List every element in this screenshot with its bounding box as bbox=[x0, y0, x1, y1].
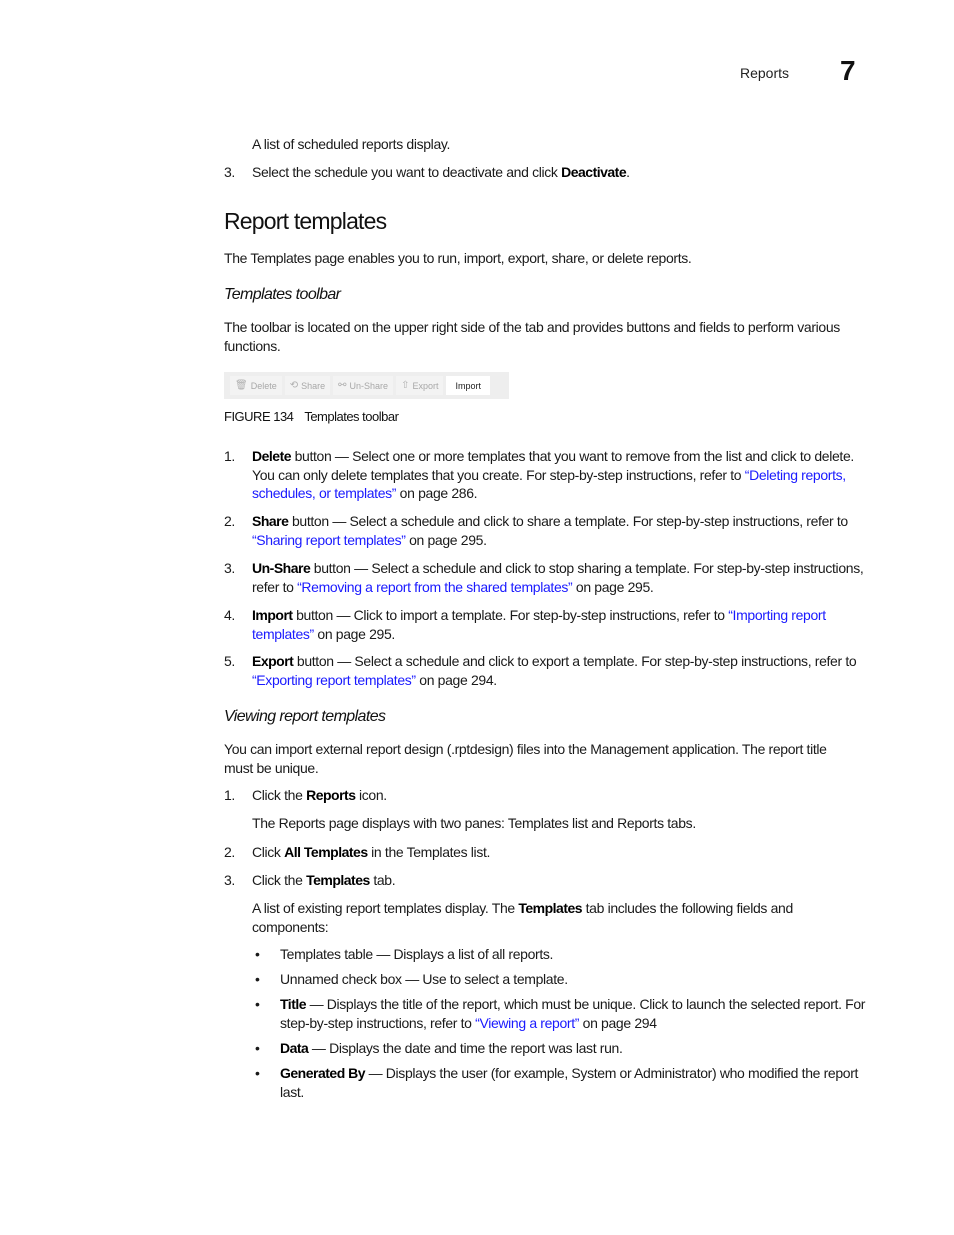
bullet-item: • Templates table — Displays a list of a… bbox=[252, 945, 870, 964]
toolbar-description: The toolbar is located on the upper righ… bbox=[224, 319, 840, 354]
item-number: 5. bbox=[224, 653, 235, 669]
bullet-icon: • bbox=[255, 1040, 260, 1056]
bullet-item: • Unnamed check box — Use to select a te… bbox=[252, 970, 870, 989]
item-term: Un-Share bbox=[252, 560, 311, 576]
step-text-end: tab. bbox=[369, 872, 396, 888]
step-number: 3. bbox=[224, 164, 235, 180]
section-description: The Templates page enables you to run, i… bbox=[224, 250, 692, 266]
share-button[interactable]: ⟲ Share bbox=[284, 376, 331, 395]
step1-note: The Reports page displays with two panes… bbox=[252, 815, 696, 831]
step-text: Select the schedule you want to deactiva… bbox=[252, 164, 562, 180]
bullet-item: • Title — Displays the title of the repo… bbox=[252, 995, 870, 1032]
bullet-text: — Displays the user (for example, System… bbox=[280, 1065, 859, 1100]
bullet-item: • Data — Displays the date and time the … bbox=[252, 1039, 870, 1058]
step-text: Click the bbox=[252, 787, 307, 803]
bullet-term: Title bbox=[280, 996, 307, 1012]
unshare-button-label: Un-Share bbox=[349, 380, 389, 391]
step-term: Templates bbox=[306, 872, 370, 888]
item-term: Export bbox=[252, 653, 294, 669]
bullet-icon: • bbox=[255, 1065, 260, 1081]
xref-link-viewing-report[interactable]: “Viewing a report” bbox=[475, 1015, 579, 1031]
item-number: 2. bbox=[224, 513, 235, 529]
step-text-end: icon. bbox=[355, 787, 387, 803]
unshare-button[interactable]: ⚯ Un-Share bbox=[333, 376, 394, 395]
bullet-text: Unnamed check box — Use to select a temp… bbox=[280, 971, 568, 987]
step-number: 3. bbox=[224, 872, 235, 888]
item-term: Delete bbox=[252, 448, 292, 464]
bullet-text: — Displays the date and time the report … bbox=[308, 1040, 623, 1056]
figure-number: FIGURE 134 bbox=[224, 409, 294, 424]
toolbar-item: 1. Delete button — Select one or more te… bbox=[224, 447, 870, 503]
bullet-term: Generated By bbox=[280, 1065, 366, 1081]
item-text: button — Select a schedule and click to … bbox=[288, 513, 848, 529]
item-term: Share bbox=[252, 513, 289, 529]
trash-icon: 🗑︎ bbox=[235, 380, 248, 391]
bullet-page-ref: on page 294 bbox=[579, 1014, 657, 1031]
document-page: Reports 7 A list of scheduled reports di… bbox=[0, 0, 954, 1235]
step-number: 1. bbox=[224, 787, 235, 803]
delete-button[interactable]: 🗑︎ Delete bbox=[230, 376, 282, 395]
item-page-ref: on page 295. bbox=[572, 578, 654, 595]
templates-toolbar-figure: 🗑︎ Delete ⟲ Share ⚯ Un-Share ⇧ Export Im… bbox=[224, 372, 509, 399]
figure-caption: FIGURE 134 Templates toolbar bbox=[224, 409, 399, 424]
item-page-ref: on page 295. bbox=[313, 625, 395, 642]
figure-title: Templates toolbar bbox=[304, 409, 399, 424]
bullet-icon: • bbox=[255, 946, 260, 962]
chapter-number: 7 bbox=[840, 55, 856, 86]
viewing-step: 1. Click the Reports icon. bbox=[224, 786, 870, 805]
item-page-ref: on page 286. bbox=[396, 485, 478, 501]
item-text: button — Click to import a template. For… bbox=[292, 607, 729, 623]
step-text-end: in the Templates list. bbox=[367, 844, 491, 860]
step-text: Click bbox=[252, 844, 285, 860]
export-button[interactable]: ⇧ Export bbox=[396, 376, 444, 395]
unshare-icon: ⚯ bbox=[338, 380, 347, 391]
bullet-icon: • bbox=[255, 971, 260, 987]
step-term: Reports bbox=[306, 787, 356, 803]
subsection-title-toolbar: Templates toolbar bbox=[224, 286, 341, 303]
item-page-ref: on page 294. bbox=[415, 671, 497, 688]
item-page-ref: on page 295. bbox=[405, 531, 487, 548]
note-text: A list of existing report templates disp… bbox=[252, 900, 519, 916]
bullet-item: • Generated By — Displays the user (for … bbox=[252, 1064, 870, 1101]
share-icon: ⟲ bbox=[289, 380, 299, 391]
toolbar-item: 2. Share button — Select a schedule and … bbox=[224, 512, 870, 549]
delete-button-label: Delete bbox=[250, 380, 277, 391]
toolbar-item: 3. Un-Share button — Select a schedule a… bbox=[224, 559, 870, 596]
xref-link-exporting[interactable]: “Exporting report templates” bbox=[252, 672, 416, 688]
viewing-step: 2. Click All Templates in the Templates … bbox=[224, 843, 870, 862]
toolbar-item: 5. Export button — Select a schedule and… bbox=[224, 652, 870, 689]
bullet-term: Data bbox=[280, 1040, 309, 1056]
export-icon: ⇧ bbox=[401, 380, 410, 391]
item-term: Import bbox=[252, 607, 293, 623]
import-button-label: Import bbox=[455, 380, 481, 391]
item-number: 1. bbox=[224, 448, 235, 464]
step-text-end: . bbox=[626, 164, 630, 180]
toolbar-item: 4. Import button — Click to import a tem… bbox=[224, 606, 870, 643]
item-number: 3. bbox=[224, 560, 235, 576]
export-button-label: Export bbox=[412, 380, 439, 391]
deactivate-term: Deactivate bbox=[561, 164, 627, 180]
viewing-description: You can import external report design (.… bbox=[224, 741, 827, 776]
xref-link-sharing[interactable]: “Sharing report templates” bbox=[252, 532, 406, 548]
scheduled-list-note: A list of scheduled reports display. bbox=[252, 136, 451, 152]
item-number: 4. bbox=[224, 607, 235, 623]
note-term: Templates bbox=[518, 900, 583, 916]
xref-link-removing[interactable]: “Removing a report from the shared templ… bbox=[297, 579, 573, 595]
running-header-section: Reports bbox=[740, 65, 790, 81]
step3-note: A list of existing report templates disp… bbox=[252, 899, 870, 936]
bullet-text: Templates table — Displays a list of all… bbox=[280, 946, 554, 962]
share-button-label: Share bbox=[301, 380, 326, 391]
item-text: button — Select a schedule and click to … bbox=[293, 653, 857, 669]
subsection-title-viewing: Viewing report templates bbox=[224, 708, 386, 725]
import-button[interactable]: Import bbox=[446, 376, 490, 395]
viewing-step: 3. Click the Templates tab. bbox=[224, 871, 870, 890]
step-term: All Templates bbox=[284, 844, 368, 860]
step-text: Click the bbox=[252, 872, 307, 888]
section-title: Report templates bbox=[224, 208, 387, 234]
step-number: 2. bbox=[224, 844, 235, 860]
bullet-icon: • bbox=[255, 996, 260, 1012]
